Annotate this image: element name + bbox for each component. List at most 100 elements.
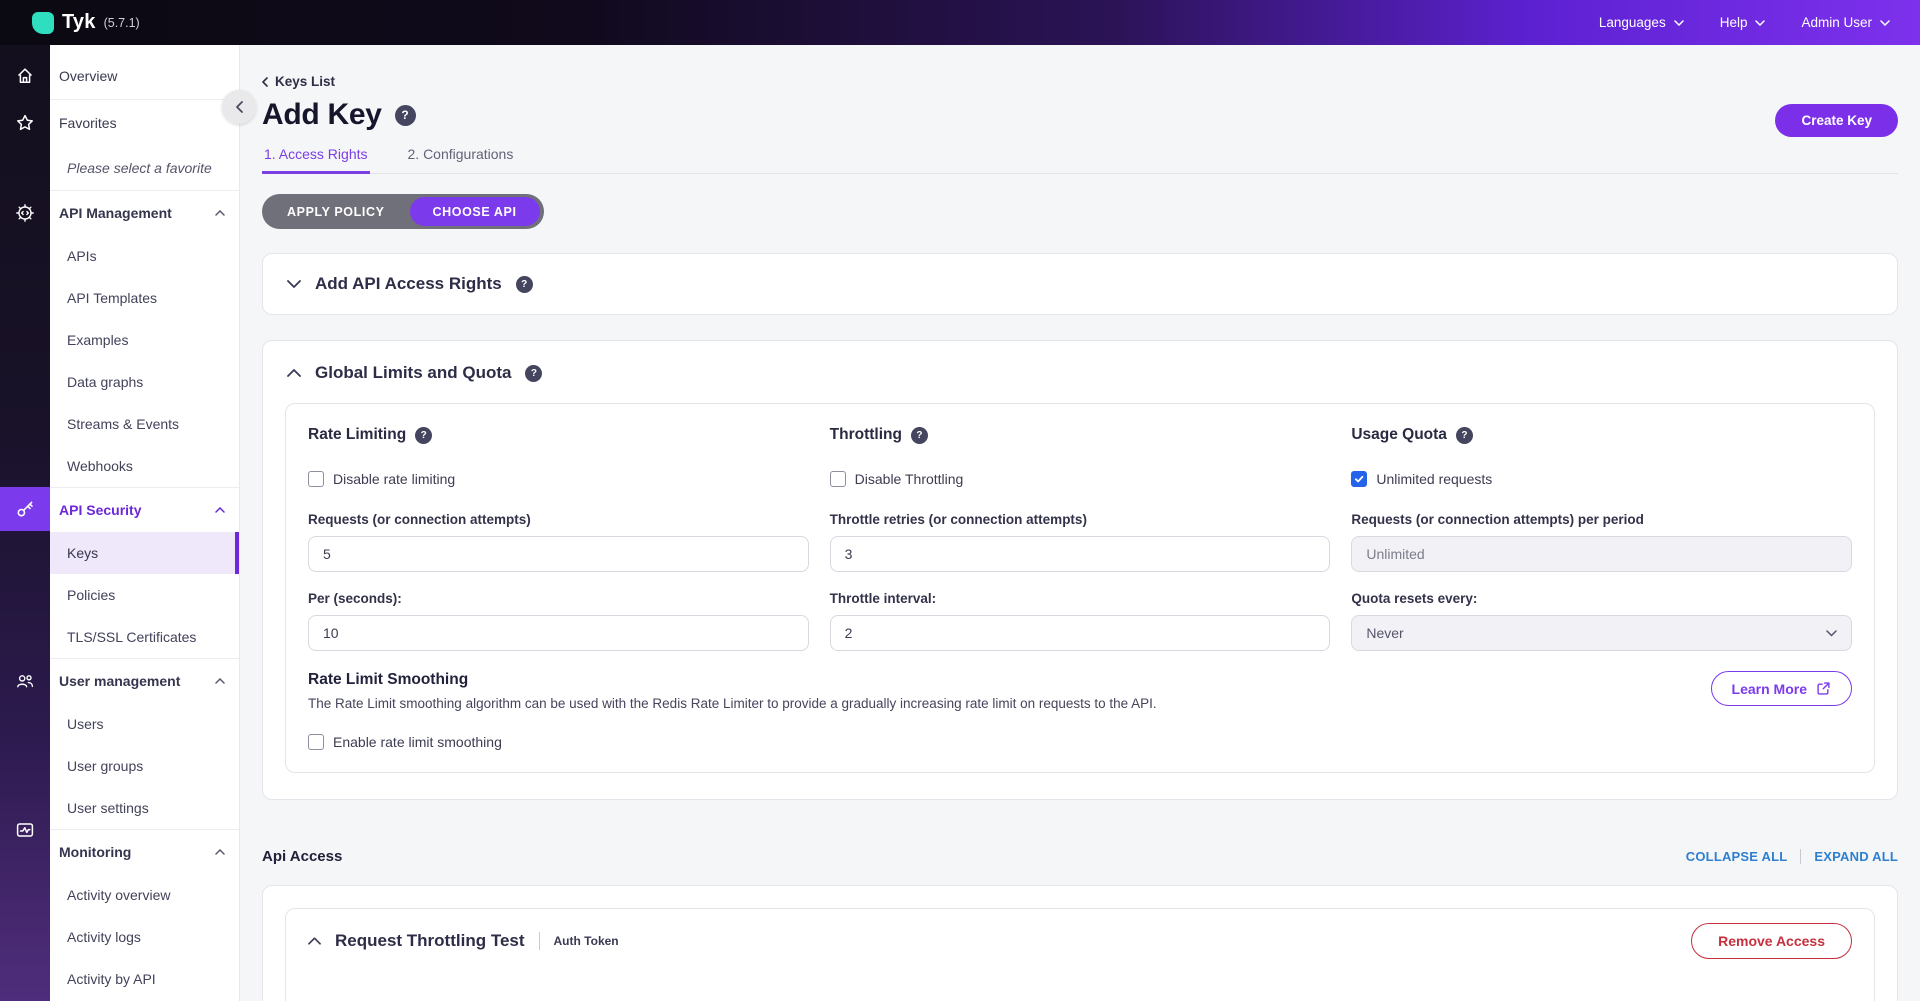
chevron-down-icon — [1880, 20, 1890, 26]
field-label: Throttle interval: — [830, 591, 1331, 606]
rate-requests-input[interactable] — [308, 536, 809, 572]
sidebar-section-monitoring[interactable]: Monitoring — [50, 830, 239, 874]
field-label: Requests (or connection attempts) — [308, 512, 809, 527]
sidebar-item-apis[interactable]: APIs — [50, 235, 239, 277]
usage-quota-column: Usage Quota ? Unlimited requests Request… — [1351, 426, 1852, 651]
tyk-logo-icon — [32, 12, 54, 34]
add-api-access-rights-header[interactable]: Add API Access Rights ? — [287, 274, 533, 294]
quota-resets-select: Never — [1351, 615, 1852, 651]
disable-rate-limiting-checkbox[interactable] — [308, 471, 324, 487]
sidebar-item-label: User settings — [67, 800, 149, 816]
chevron-left-icon — [262, 77, 268, 87]
quota-requests-input — [1351, 536, 1852, 572]
sidebar-item-user-groups[interactable]: User groups — [50, 745, 239, 787]
chevron-up-icon[interactable] — [308, 937, 321, 945]
sidebar-item-label: Data graphs — [67, 374, 143, 390]
create-key-button[interactable]: Create Key — [1775, 104, 1898, 137]
collapse-expand-links: COLLAPSE ALL EXPAND ALL — [1686, 849, 1898, 864]
sidebar-item-examples[interactable]: Examples — [50, 319, 239, 361]
disable-throttling-checkbox[interactable] — [830, 471, 846, 487]
admin-user-menu[interactable]: Admin User — [1801, 15, 1890, 30]
sidebar-item-policies[interactable]: Policies — [50, 574, 239, 616]
global-limits-panel: Global Limits and Quota ? Rate Limiting … — [262, 340, 1898, 800]
sidebar-item-streams-events[interactable]: Streams & Events — [50, 403, 239, 445]
chevron-up-icon[interactable] — [287, 369, 301, 377]
tyk-logo[interactable]: Tyk (5.7.1) — [0, 11, 140, 34]
sidebar-item-user-settings[interactable]: User settings — [50, 787, 239, 829]
unlimited-requests-checkbox[interactable] — [1351, 471, 1367, 487]
collapse-all-link[interactable]: COLLAPSE ALL — [1686, 849, 1788, 864]
sidebar-item-activity-logs[interactable]: Activity logs — [50, 916, 239, 958]
sidebar-item-activity-by-api[interactable]: Activity by API — [50, 958, 239, 1000]
smoothing-description: The Rate Limit smoothing algorithm can b… — [308, 696, 1408, 711]
favorites-star-icon[interactable] — [0, 101, 50, 145]
sidebar-icon-rail — [0, 45, 50, 1001]
sidebar-item-label: Streams & Events — [67, 416, 179, 432]
sidebar-item-keys[interactable]: Keys — [50, 532, 239, 574]
expand-all-link[interactable]: EXPAND ALL — [1814, 849, 1898, 864]
api-access-title: Api Access — [262, 848, 342, 865]
enable-smoothing-checkbox[interactable] — [308, 734, 324, 750]
remove-access-button[interactable]: Remove Access — [1691, 923, 1852, 959]
sidebar-item-favorites[interactable]: Favorites — [50, 100, 239, 146]
sidebar-item-label: Users — [67, 716, 104, 732]
sidebar-item-label: Examples — [67, 332, 128, 348]
rate-limiting-column: Rate Limiting ? Disable rate limiting Re… — [308, 426, 809, 651]
checkbox-label: Disable rate limiting — [333, 471, 455, 487]
sidebar-item-label: Activity overview — [67, 887, 170, 903]
field-label: Per (seconds): — [308, 591, 809, 606]
top-menu: Languages Help Admin User — [1599, 15, 1920, 30]
apply-policy-segment[interactable]: APPLY POLICY — [262, 205, 410, 219]
help-icon[interactable]: ? — [1456, 427, 1473, 444]
global-limits-header[interactable]: Global Limits and Quota ? — [285, 363, 1875, 383]
tab-access-rights[interactable]: 1. Access Rights — [262, 146, 370, 174]
rate-per-seconds-input[interactable] — [308, 615, 809, 651]
sidebar-item-label: Overview — [59, 68, 117, 84]
tab-configurations[interactable]: 2. Configurations — [406, 146, 516, 173]
choose-api-segment[interactable]: CHOOSE API — [410, 197, 540, 226]
sidebar-section-user-management[interactable]: User management — [50, 659, 239, 703]
sidebar-item-label: Activity logs — [67, 929, 141, 945]
sidebar-item-label: Policies — [67, 587, 115, 603]
sidebar-section-api-management[interactable]: API Management — [50, 191, 239, 235]
divider — [539, 932, 540, 950]
sidebar-menu: Overview Favorites Please select a favor… — [50, 45, 240, 1001]
help-menu[interactable]: Help — [1720, 15, 1766, 30]
user-management-icon[interactable] — [0, 659, 50, 703]
field-label: Requests (or connection attempts) per pe… — [1351, 512, 1852, 527]
column-title: Rate Limiting — [308, 426, 406, 444]
throttle-retries-input[interactable] — [830, 536, 1331, 572]
throttle-interval-input[interactable] — [830, 615, 1331, 651]
sidebar-item-api-templates[interactable]: API Templates — [50, 277, 239, 319]
learn-more-button[interactable]: Learn More — [1711, 671, 1852, 706]
help-icon[interactable]: ? — [395, 105, 416, 126]
sidebar-item-webhooks[interactable]: Webhooks — [50, 445, 239, 487]
sidebar-item-users[interactable]: Users — [50, 703, 239, 745]
sidebar-item-activity-overview[interactable]: Activity overview — [50, 874, 239, 916]
help-icon[interactable]: ? — [911, 427, 928, 444]
add-api-access-rights-panel: Add API Access Rights ? — [262, 253, 1898, 315]
auth-type-label: Auth Token — [554, 934, 619, 948]
api-security-key-icon[interactable] — [0, 487, 50, 531]
section-label: User management — [59, 673, 180, 689]
sidebar-item-label: TLS/SSL Certificates — [67, 629, 196, 645]
languages-menu[interactable]: Languages — [1599, 15, 1684, 30]
sidebar-section-api-security[interactable]: API Security — [50, 488, 239, 532]
api-management-icon[interactable] — [0, 191, 50, 235]
version-label: (5.7.1) — [104, 16, 140, 30]
chevron-down-icon[interactable] — [287, 280, 301, 288]
help-icon[interactable]: ? — [516, 276, 533, 293]
sidebar-collapse-button[interactable] — [222, 90, 256, 124]
sidebar-item-overview[interactable]: Overview — [50, 53, 239, 99]
breadcrumb[interactable]: Keys List — [262, 74, 335, 89]
checkbox-label: Disable Throttling — [855, 471, 964, 487]
sidebar-item-label: Activity by API — [67, 971, 156, 987]
sidebar-item-label: Webhooks — [67, 458, 133, 474]
monitoring-icon[interactable] — [0, 808, 50, 852]
sidebar-item-label: Favorites — [59, 115, 117, 131]
sidebar-item-tls-ssl-certificates[interactable]: TLS/SSL Certificates — [50, 616, 239, 658]
help-icon[interactable]: ? — [525, 365, 542, 382]
home-icon[interactable] — [0, 54, 50, 98]
help-icon[interactable]: ? — [415, 427, 432, 444]
sidebar-item-data-graphs[interactable]: Data graphs — [50, 361, 239, 403]
